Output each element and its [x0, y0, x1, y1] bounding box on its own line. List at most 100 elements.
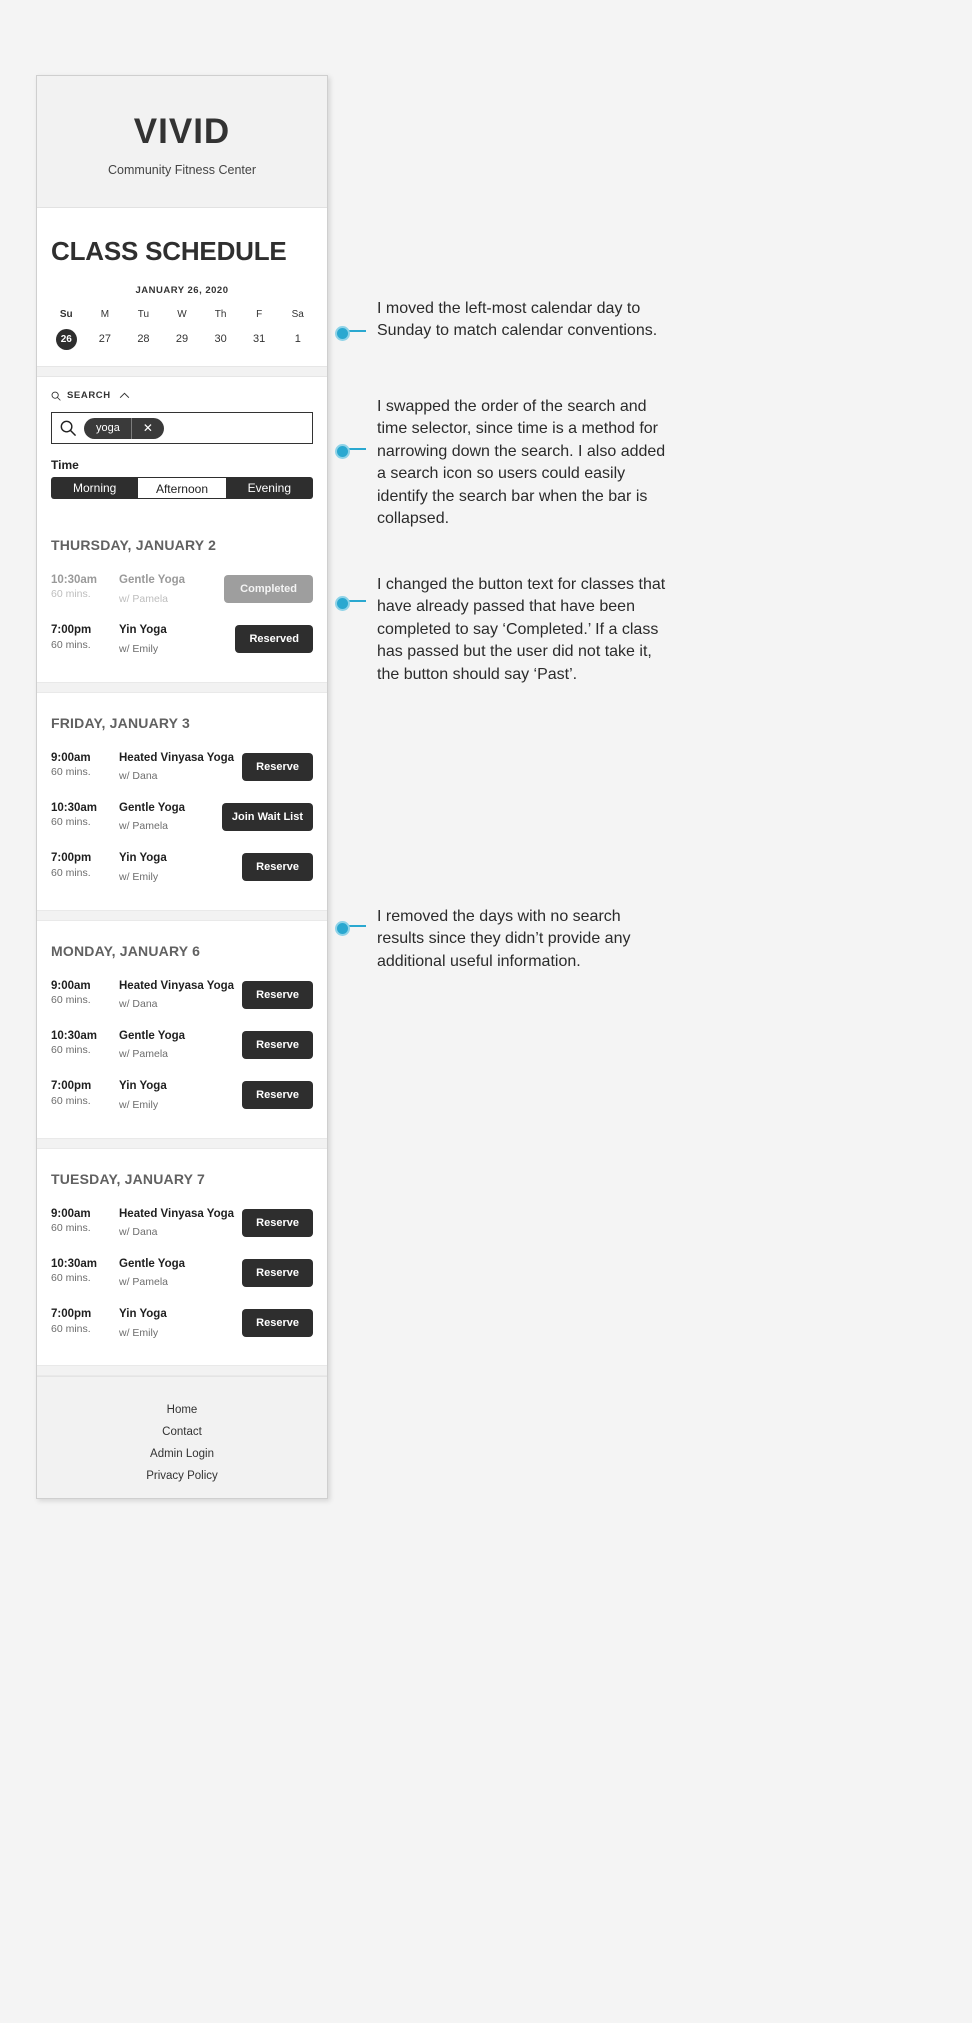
calendar-day-26[interactable]: 26: [47, 329, 86, 350]
annotation-text-4: I removed the days with no search result…: [377, 908, 631, 970]
class-duration: 60 mins.: [51, 638, 91, 651]
class-action-column: Reserve: [242, 979, 313, 1009]
class-action-column: Join Wait List: [221, 801, 313, 831]
annotation-dot-icon: [335, 444, 350, 459]
annotation-dot-icon: [335, 921, 350, 936]
annotation-dot-icon: [335, 326, 350, 341]
calendar-day-30[interactable]: 30: [201, 329, 240, 350]
class-start-time: 9:00am: [51, 751, 91, 764]
annotation-marker-2: [335, 444, 366, 459]
calendar-day-1[interactable]: 1: [278, 329, 317, 350]
class-instructor: w/ Dana: [119, 998, 158, 1011]
calendar-dow-f: F: [240, 309, 279, 329]
class-name: Yin Yoga: [119, 1308, 167, 1321]
search-toggle-header[interactable]: SEARCH: [51, 387, 313, 412]
class-info-column: Gentle Yoga w/ Pamela: [119, 573, 224, 607]
brand-tagline: Community Fitness Center: [108, 163, 256, 177]
calendar-dow-label: Tu: [137, 309, 150, 320]
search-panel: SEARCH yoga ✕ Time Morning Afternoon Eveni…: [37, 377, 327, 515]
class-row: 7:00pm 60 mins. Yin Yoga w/ Emily Reserve: [51, 1299, 313, 1349]
class-action-button[interactable]: Reserve: [242, 1208, 313, 1237]
class-row: 7:00pm 60 mins. Yin Yoga w/ Emily Reserve: [51, 843, 313, 893]
calendar-dow-w: W: [163, 309, 202, 329]
class-start-time: 10:30am: [51, 801, 98, 814]
class-action-button[interactable]: Reserve: [242, 1081, 313, 1110]
class-info-column: Yin Yoga w/ Emily: [119, 1307, 242, 1341]
app-footer: Home Contact Admin Login Privacy Policy: [37, 1376, 327, 1498]
class-row: 9:00am 60 mins. Heated Vinyasa Yoga w/ Dana…: [51, 743, 313, 793]
class-row: 9:00am 60 mins. Heated Vinyasa Yoga w/ Dana…: [51, 1199, 313, 1249]
class-duration: 60 mins.: [51, 588, 91, 601]
class-time-column: 7:00pm 60 mins.: [51, 1307, 119, 1337]
class-start-time: 10:30am: [51, 574, 98, 586]
app-header: VIVID Community Fitness Center: [37, 76, 327, 208]
calendar-dow-tu: Tu: [124, 309, 163, 329]
class-action-button[interactable]: Reserve: [242, 853, 313, 882]
selected-day-pill: 26: [55, 329, 77, 350]
calendar-dow-label: M: [100, 309, 110, 320]
calendar-day-28[interactable]: 28: [124, 329, 163, 350]
class-time-column: 10:30am 60 mins.: [51, 1029, 119, 1059]
calendar-dow-label: F: [256, 309, 263, 320]
schedule-list: THURSDAY, JANUARY 2 10:30am 60 mins. Gentle…: [37, 515, 327, 1377]
class-info-column: Gentle Yoga w/ Pamela: [119, 1257, 242, 1291]
class-row: 9:00am 60 mins. Heated Vinyasa Yoga w/ Dana…: [51, 971, 313, 1021]
calendar-day-27[interactable]: 27: [86, 329, 125, 350]
class-name: Gentle Yoga: [119, 801, 186, 814]
class-duration: 60 mins.: [51, 766, 91, 778]
class-time-column: 7:00pm 60 mins.: [51, 851, 119, 881]
class-name: Heated Vinyasa Yoga: [119, 979, 235, 992]
class-action-button[interactable]: Reserve: [242, 1030, 313, 1059]
search-header-label: SEARCH: [67, 390, 111, 401]
calendar-day-number: 29: [175, 333, 189, 345]
class-action-button[interactable]: Reserve: [242, 752, 313, 781]
class-action-button[interactable]: Reserve: [242, 1309, 313, 1338]
class-action-button[interactable]: Reserved: [235, 625, 313, 654]
time-filter-afternoon[interactable]: Afternoon: [138, 477, 226, 499]
class-instructor: w/ Emily: [119, 1098, 159, 1111]
day-group: THURSDAY, JANUARY 2 10:30am 60 mins. Gentle…: [37, 515, 327, 682]
calendar-dow-row: Su M Tu W Th F Sa: [47, 309, 317, 329]
class-instructor: w/ Pamela: [119, 820, 169, 833]
footer-link-admin-login[interactable]: Admin Login: [37, 1443, 327, 1465]
calendar-day-31[interactable]: 31: [240, 329, 279, 350]
class-name: Gentle Yoga: [119, 574, 186, 586]
class-name: Heated Vinyasa Yoga: [119, 751, 235, 764]
search-term-chip[interactable]: yoga ✕: [84, 417, 164, 439]
search-term-label: yoga: [96, 422, 120, 434]
class-duration: 60 mins.: [51, 993, 91, 1006]
calendar-day-number: 27: [98, 333, 111, 345]
class-duration: 60 mins.: [51, 1221, 91, 1234]
class-info-column: Yin Yoga w/ Emily: [119, 623, 235, 657]
calendar-dow-su: Su: [47, 309, 86, 329]
class-action-column: Completed: [224, 573, 313, 603]
day-group-divider: [37, 909, 327, 921]
class-instructor: w/ Dana: [119, 770, 158, 783]
class-instructor: w/ Pamela: [119, 1048, 169, 1061]
search-input-box[interactable]: yoga ✕: [51, 412, 313, 444]
section-divider: [37, 366, 327, 377]
footer-link-privacy-policy[interactable]: Privacy Policy: [37, 1465, 327, 1487]
class-time-column: 9:00am 60 mins.: [51, 1207, 119, 1237]
class-row: 10:30am 60 mins. Gentle Yoga w/ Pamela Join …: [51, 793, 313, 843]
time-filter-group: Morning Afternoon Evening: [51, 477, 313, 499]
class-action-button[interactable]: Reserve: [242, 1258, 313, 1287]
chevron-up-icon[interactable]: [119, 391, 130, 401]
class-instructor: w/ Emily: [119, 870, 159, 883]
class-action-button[interactable]: Join Wait List: [221, 802, 313, 831]
close-icon[interactable]: ✕: [130, 417, 164, 439]
class-info-column: Heated Vinyasa Yoga w/ Dana: [119, 979, 242, 1013]
time-filter-evening[interactable]: Evening: [225, 477, 313, 499]
footer-link-contact[interactable]: Contact: [37, 1421, 327, 1443]
time-filter-morning[interactable]: Morning: [51, 477, 139, 499]
class-row: 10:30am 60 mins. Gentle Yoga w/ Pamela Reser…: [51, 1249, 313, 1299]
class-action-column: Reserve: [242, 1207, 313, 1237]
class-start-time: 9:00am: [51, 1207, 91, 1220]
class-action-button[interactable]: Reserve: [242, 980, 313, 1009]
annotation-marker-3: [335, 596, 366, 611]
day-group: FRIDAY, JANUARY 3 9:00am 60 mins. Heated Vi…: [37, 692, 327, 910]
calendar-day-29[interactable]: 29: [163, 329, 202, 350]
footer-link-home[interactable]: Home: [37, 1399, 327, 1421]
class-action-column: Reserve: [242, 751, 313, 781]
class-info-column: Yin Yoga w/ Emily: [119, 851, 242, 885]
